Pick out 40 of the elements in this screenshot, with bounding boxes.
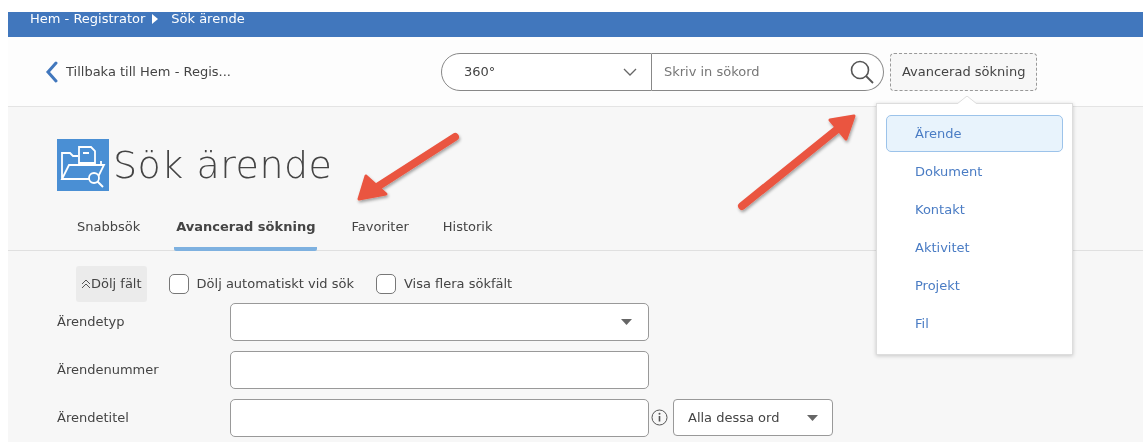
advanced-search-button[interactable]: Avancerad sökning	[889, 52, 1038, 91]
menu-item[interactable]: Dokument	[886, 153, 1063, 190]
tab[interactable]: Favoriter	[351, 213, 409, 251]
checkbox-label: Visa flera sökfält	[403, 274, 513, 293]
menu-item[interactable]: Fil	[886, 305, 1063, 342]
menu-item[interactable]: Aktivitet	[886, 229, 1063, 266]
breadcrumb-current: Sök ärende	[171, 12, 245, 26]
input-field[interactable]	[230, 350, 649, 389]
menu-item[interactable]: Projekt	[886, 267, 1063, 304]
checkbox-label: Dölj automatiskt vid sök	[196, 274, 354, 293]
back-link-text[interactable]: Tillbaka till Hem - Regis...	[66, 61, 231, 82]
breadcrumb-link[interactable]: Hem - Registrator	[30, 12, 146, 26]
scope-select[interactable]: 360°	[440, 52, 652, 91]
info-icon[interactable]	[651, 409, 668, 426]
tab[interactable]: Historik	[442, 213, 493, 251]
field-label: Ärendetyp	[57, 312, 126, 331]
field-label: Ärendetitel	[57, 408, 130, 427]
search-icon	[848, 58, 875, 85]
menu-item[interactable]: Ärende	[886, 115, 1063, 152]
select-field[interactable]	[230, 302, 649, 341]
checkbox[interactable]	[375, 273, 396, 294]
chevron-left-icon	[45, 60, 58, 83]
caret-down-icon	[807, 414, 818, 421]
page-title: Sök ärende	[113, 146, 333, 184]
input-field[interactable]	[230, 398, 649, 437]
mode-select[interactable]: Alla dessa ord	[673, 399, 833, 436]
tab[interactable]: Snabbsök	[77, 213, 141, 251]
hide-fields-button[interactable]: Dölj fält	[76, 265, 147, 302]
caret-right-icon	[151, 14, 160, 24]
checkbox[interactable]	[168, 273, 189, 294]
menu-item[interactable]: Kontakt	[886, 191, 1063, 228]
back-link[interactable]: Tillbaka till Hem - Regis...	[45, 60, 231, 83]
folder-search-icon	[57, 139, 109, 191]
caret-down-icon	[621, 318, 632, 325]
search-button[interactable]	[844, 52, 884, 91]
double-chevron-up-icon	[81, 278, 91, 289]
chevron-down-icon	[622, 67, 637, 76]
tab[interactable]: Avancerad sökning	[174, 213, 318, 251]
field-label: Ärendenummer	[57, 360, 160, 379]
search-field[interactable]: Skriv in sökord	[651, 52, 845, 91]
